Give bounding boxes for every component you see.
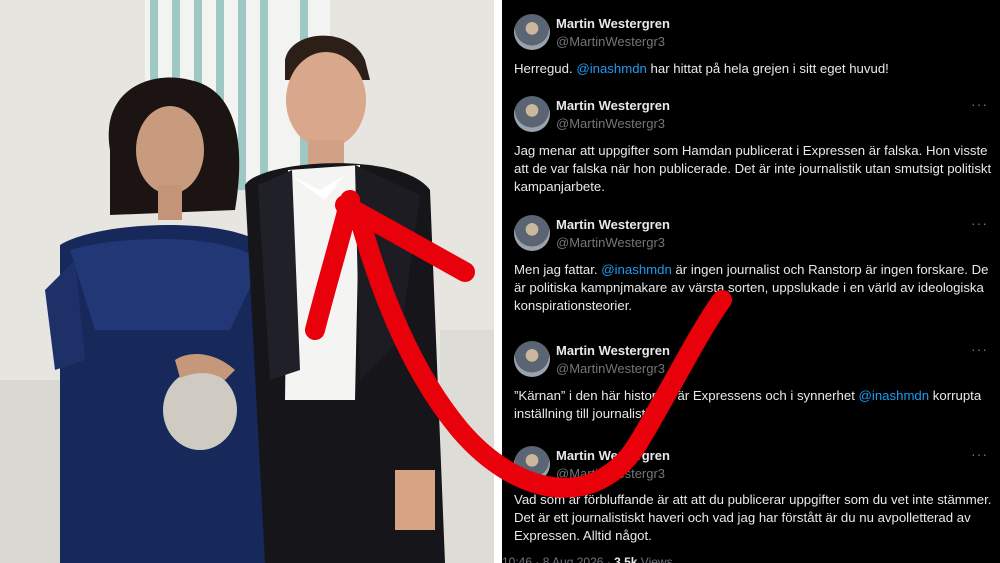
photo-panel: [0, 0, 494, 563]
more-options-icon[interactable]: ···: [971, 446, 988, 462]
tweet-text: Vad som är förbluffande är att att du pu…: [514, 492, 992, 543]
mention-link[interactable]: @inashmdn: [576, 61, 647, 76]
author-handle[interactable]: @MartinWestergr3: [556, 235, 665, 250]
author-name[interactable]: Martin Westergren: [556, 16, 670, 31]
author-name[interactable]: Martin Westergren: [556, 343, 670, 358]
more-options-icon[interactable]: ···: [971, 215, 988, 231]
author-name[interactable]: Martin Westergren: [556, 217, 670, 232]
tweet-text: Herregud. @inashmdn har hittat på hela g…: [514, 60, 1000, 78]
avatar[interactable]: [514, 446, 550, 482]
couple-photo: [0, 0, 494, 563]
tweet-thread: Martin Westergren @MartinWestergr3 Herre…: [502, 0, 1000, 563]
author-name[interactable]: Martin Westergren: [556, 98, 670, 113]
timestamp[interactable]: 10:46 · 8 Aug 2026 ·: [502, 555, 614, 563]
avatar[interactable]: [514, 215, 550, 251]
panel-divider: [494, 0, 502, 563]
mention-link[interactable]: @inashmdn: [601, 262, 672, 277]
mention-link[interactable]: @inashmdn: [859, 388, 930, 403]
author-handle[interactable]: @MartinWestergr3: [556, 34, 665, 49]
avatar[interactable]: [514, 96, 550, 132]
more-options-icon[interactable]: ···: [971, 96, 988, 112]
tweet-text-before: ”Kärnan” i den här historien är Expresse…: [514, 388, 859, 403]
author-handle[interactable]: @MartinWestergr3: [556, 466, 665, 481]
author-name[interactable]: Martin Westergren: [556, 448, 670, 463]
tweet-text-before: Men jag fattar.: [514, 262, 602, 277]
views-label: Views: [637, 555, 673, 563]
tweet-text: Jag menar att uppgifter som Hamdan publi…: [514, 143, 992, 194]
tweet-text-after: har hittat på hela grejen i sitt eget hu…: [646, 61, 889, 76]
tweet-footer: 10:46 · 8 Aug 2026 · 3,5k Views: [502, 555, 673, 563]
tweet-text-before: Herregud.: [514, 61, 577, 76]
tweet-text: ”Kärnan” i den här historien är Expresse…: [514, 387, 1000, 423]
avatar[interactable]: [514, 14, 550, 50]
author-handle[interactable]: @MartinWestergr3: [556, 116, 665, 131]
view-count: 3,5k: [614, 555, 638, 563]
tweet-text: Men jag fattar. @inashmdn är ingen journ…: [514, 261, 1000, 315]
avatar[interactable]: [514, 341, 550, 377]
more-options-icon[interactable]: ···: [971, 341, 988, 357]
author-handle[interactable]: @MartinWestergr3: [556, 361, 665, 376]
